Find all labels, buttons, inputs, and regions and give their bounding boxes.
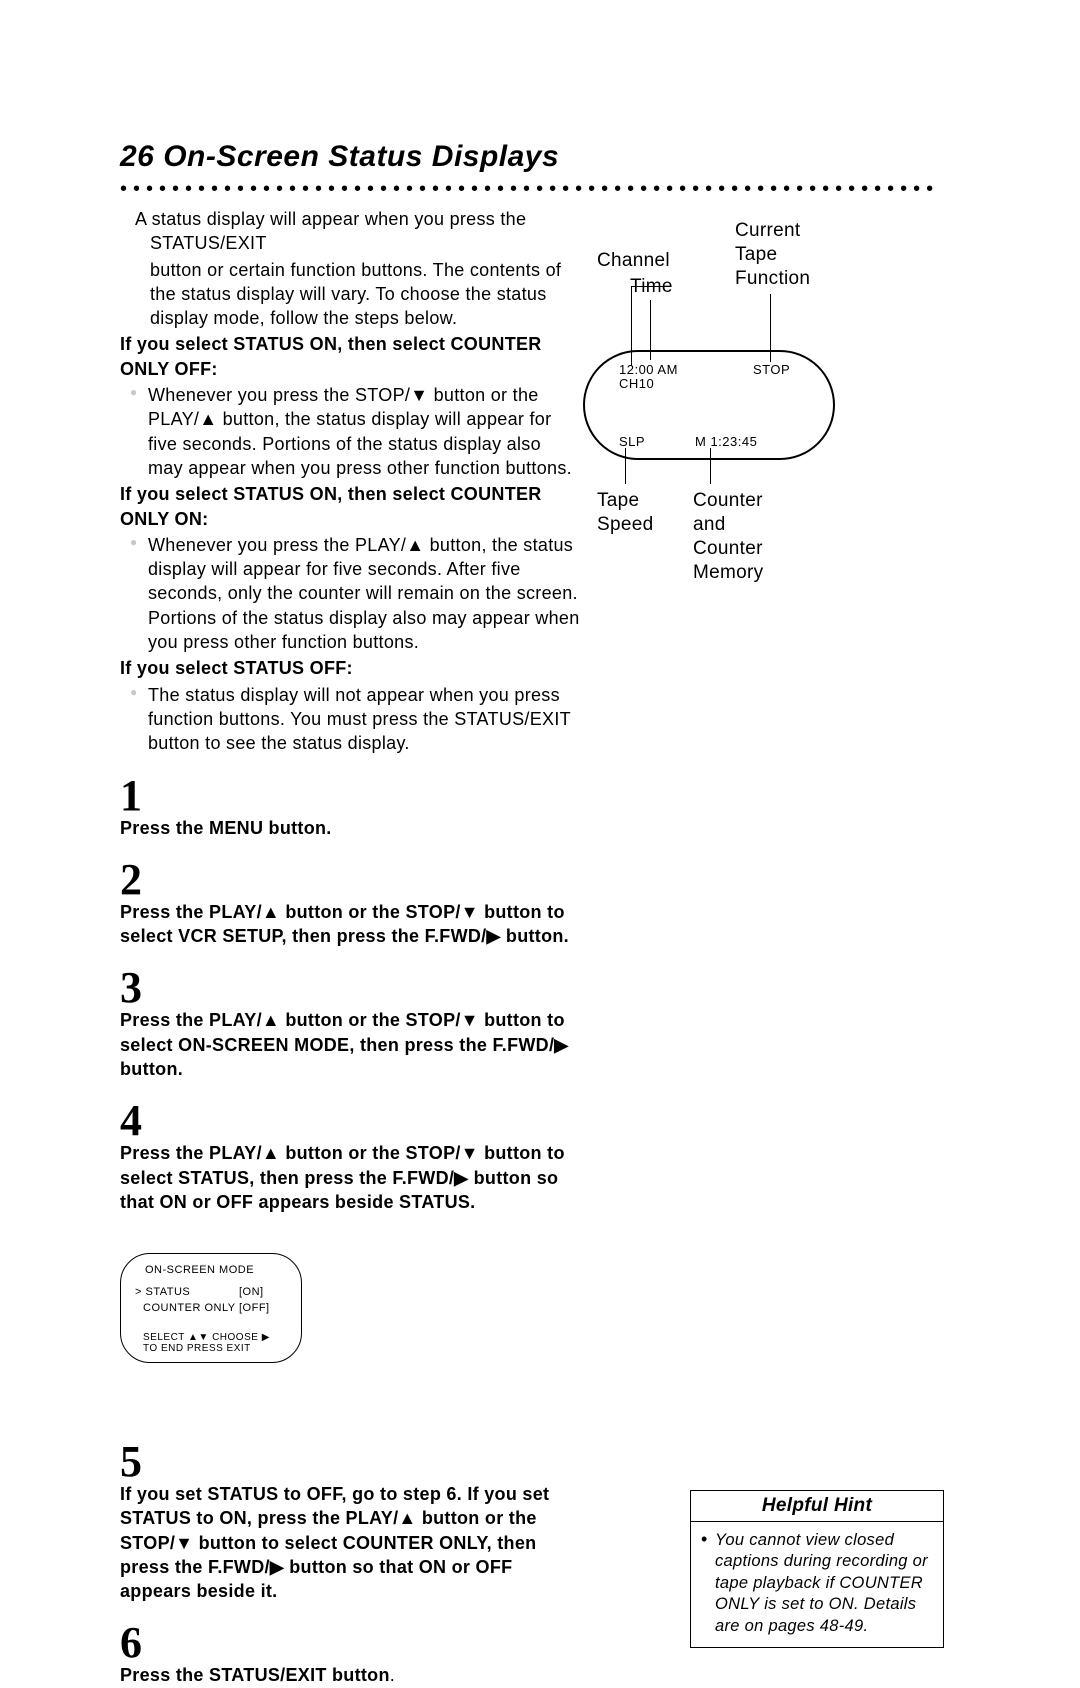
label-current: Current xyxy=(735,220,800,243)
left-column: A status display will appear when you pr… xyxy=(120,207,580,1214)
steps-continued: 5 If you set STATUS to OFF, go to step 6… xyxy=(120,1440,580,1688)
label-tape-speed-2: Speed xyxy=(597,514,653,537)
step-number-3: 3 xyxy=(120,966,580,1010)
step-5-text: If you set STATUS to OFF, go to step 6. … xyxy=(120,1482,580,1603)
step-1-text: Press the MENU button. xyxy=(120,816,580,840)
helpful-hint-box: Helpful Hint You cannot view closed capt… xyxy=(690,1490,944,1648)
label-time: Time xyxy=(630,276,673,299)
osd-footer-2: TO END PRESS EXIT xyxy=(143,1343,251,1354)
tv-channel-value: CH10 xyxy=(619,376,654,391)
callout-h-channel xyxy=(631,286,671,287)
osd-menu-figure: ON-SCREEN MODE > STATUS [ON] COUNTER ONL… xyxy=(120,1253,302,1363)
tv-time-value: 12:00 AM xyxy=(619,362,678,377)
osd-row2-label: COUNTER ONLY xyxy=(143,1302,236,1314)
step-6-text: Press the STATUS/EXIT button. xyxy=(120,1663,580,1687)
step-number-4: 4 xyxy=(120,1099,580,1143)
osd-row1-value: [ON] xyxy=(239,1286,264,1298)
step-number-5: 5 xyxy=(120,1440,580,1484)
document-page: 26 On-Screen Status Displays •••••••••••… xyxy=(120,140,940,1214)
label-channel: Channel xyxy=(597,250,670,273)
callout-v-counter xyxy=(710,448,711,484)
intro-text: A status display will appear when you pr… xyxy=(120,207,580,330)
label-counter-2: and xyxy=(693,514,726,537)
tv-counter-value: M 1:23:45 xyxy=(695,434,757,449)
osd-title: ON-SCREEN MODE xyxy=(145,1264,254,1276)
callout-v-speed xyxy=(625,448,626,484)
hint-body: You cannot view closed captions during r… xyxy=(691,1522,943,1647)
step-6-bold: Press the STATUS/EXIT button xyxy=(120,1665,390,1685)
hint-heading: Helpful Hint xyxy=(691,1491,943,1522)
title-underline: ••••••••••••••••••••••••••••••••••••••••… xyxy=(120,178,940,201)
label-tape-speed-1: Tape xyxy=(597,490,639,513)
step-2-text: Press the PLAY/▲ button or the STOP/▼ bu… xyxy=(120,900,580,949)
label-counter-4: Memory xyxy=(693,562,763,585)
section-2-body: Whenever you press the PLAY/▲ button, th… xyxy=(120,533,580,654)
step-number-1: 1 xyxy=(120,774,580,818)
osd-footer-1: SELECT ▲▼ CHOOSE ▶ xyxy=(143,1332,270,1343)
label-counter-3: Counter xyxy=(693,538,763,561)
intro-line-1: A status display will appear when you pr… xyxy=(135,207,580,256)
tv-screen: 12:00 AM CH10 STOP SLP M 1:23:45 xyxy=(583,350,835,460)
step-4-text: Press the PLAY/▲ button or the STOP/▼ bu… xyxy=(120,1141,580,1214)
osd-row2-value: [OFF] xyxy=(239,1302,270,1314)
osd-row1-label: > STATUS xyxy=(135,1286,190,1298)
label-tape-fn-2: Function xyxy=(735,268,810,291)
section-3-head: If you select STATUS OFF: xyxy=(120,656,580,680)
intro-line-2: button or certain function buttons. The … xyxy=(150,258,580,331)
step-6-period: . xyxy=(390,1665,395,1685)
label-counter-1: Counter xyxy=(693,490,763,513)
label-tape-fn-1: Tape xyxy=(735,244,777,267)
section-1-body: Whenever you press the STOP/▼ button or … xyxy=(120,383,580,480)
section-3-body: The status display will not appear when … xyxy=(120,683,580,756)
section-1-head: If you select STATUS ON, then select COU… xyxy=(120,332,580,381)
step-number-6: 6 xyxy=(120,1621,580,1665)
tv-speed-value: SLP xyxy=(619,434,645,449)
tv-function-value: STOP xyxy=(753,362,790,377)
step-3-text: Press the PLAY/▲ button or the STOP/▼ bu… xyxy=(120,1008,580,1081)
step-number-2: 2 xyxy=(120,858,580,902)
section-2-head: If you select STATUS ON, then select COU… xyxy=(120,482,580,531)
page-title: 26 On-Screen Status Displays xyxy=(120,140,940,174)
